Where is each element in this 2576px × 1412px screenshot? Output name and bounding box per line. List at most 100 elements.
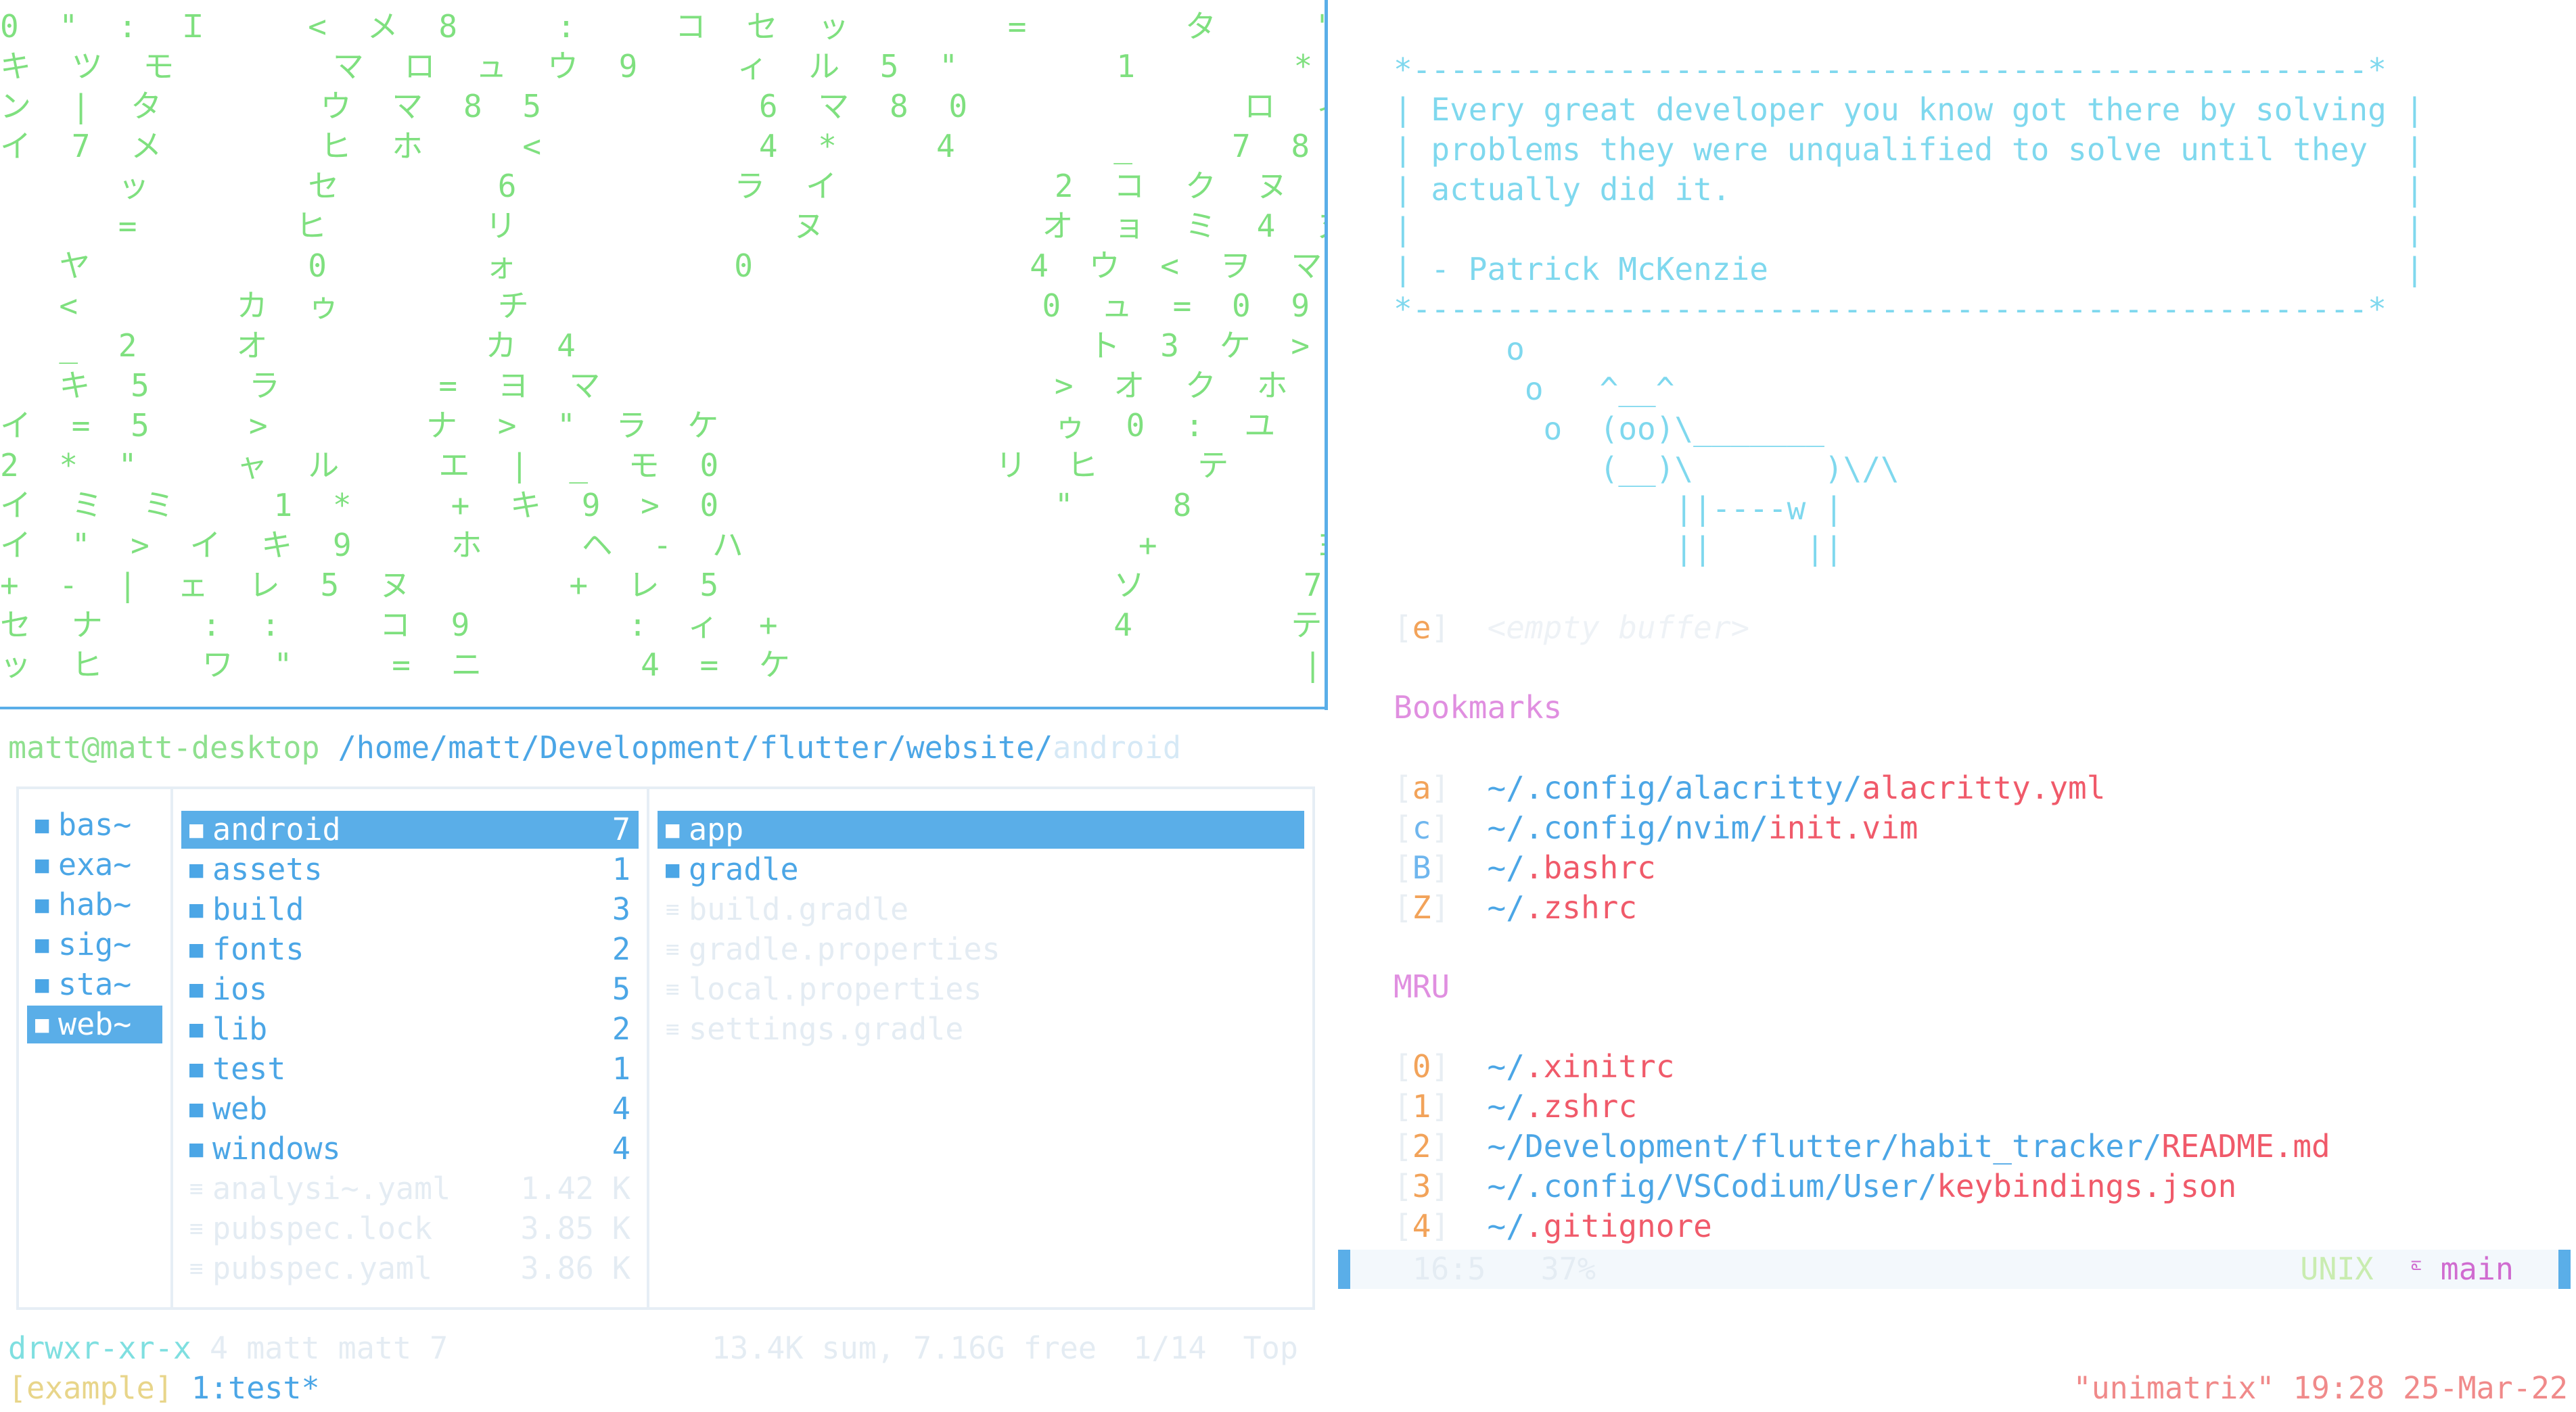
folder-icon: ■ [189, 1056, 204, 1083]
file-icon: ≡ [189, 1215, 204, 1242]
bookmark-entry[interactable]: [Z] ~/.zshrc [1394, 888, 1637, 928]
entry-name: bas~ [58, 807, 132, 843]
file-entry[interactable]: ≡ local.properties [658, 970, 1304, 1008]
file-entry[interactable]: ≡ gradle.properties [658, 931, 1304, 968]
entry-name: fonts [212, 931, 304, 967]
entry-file: .zshrc [1524, 889, 1638, 926]
entry-file: .xinitrc [1524, 1048, 1675, 1085]
scroll-percent: 37% [1540, 1251, 1596, 1287]
ranger-statusbar: drwxr-xr-x 4 matt matt 7 [8, 1329, 448, 1367]
entry-file: alacritty.yml [1862, 770, 2106, 806]
file-entry[interactable]: ≡ settings.gradle [658, 1010, 1304, 1048]
mru-entry[interactable]: [1] ~/.zshrc [1394, 1087, 1637, 1127]
directory-entry[interactable]: ■ android 7 [181, 811, 639, 849]
entry-size: 7 [612, 811, 630, 847]
ranger-miller-columns: ■ bas~ ■ exa~ ■ hab~ ■ sig~ ■ sta~ ■ web~ ■ android 7… [16, 786, 1315, 1310]
entry-file: .bashrc [1524, 849, 1656, 886]
vertical-pane-divider[interactable] [1325, 0, 1328, 710]
folder-icon: ■ [35, 851, 49, 878]
entry-name: gradle [689, 851, 799, 887]
entry-dir: ~/ [1487, 1048, 1525, 1085]
entry-size: 5 [612, 971, 630, 1007]
folder-icon: ■ [35, 931, 49, 958]
entry-name: app [689, 811, 744, 847]
directory-entry[interactable]: ■ exa~ [27, 846, 162, 884]
mru-entry[interactable]: [0] ~/.xinitrc [1394, 1047, 1674, 1087]
horizontal-pane-divider[interactable] [0, 707, 1327, 709]
entry-key: a [1412, 770, 1431, 806]
matrix-rain-line: イ ミ ミ 1 * + キ 9 > 0 " 8 * マ | < 1 ク < : … [0, 487, 1203, 523]
mru-heading: MRU [1394, 968, 1450, 1005]
entry-name: sta~ [58, 966, 132, 1002]
directory-entry[interactable]: ■ bas~ [27, 806, 162, 844]
folder-icon: ■ [189, 1096, 204, 1123]
ranger-summary: 13.4K sum, 7.16G free 1/14 Top [712, 1330, 1298, 1366]
statusline-left-cap [1338, 1250, 1350, 1289]
directory-entry[interactable]: ■ gradle [658, 851, 1304, 889]
directory-entry[interactable]: ■ hab~ [27, 886, 162, 924]
entry-file: README.md [2161, 1128, 2330, 1164]
matrix-rain-line: イ " > イ キ 9 ホ ヘ - ハ + ヨ シ - : ヘ = > 8 ス [0, 527, 1325, 563]
cowsay-art: o o ^__^ o (oo)\_______ (__)\ )\/\ ||---… [1506, 331, 1900, 567]
user-host: matt@matt-desktop [8, 730, 320, 766]
file-entry[interactable]: ≡ pubspec.yaml 3.86 K [181, 1250, 639, 1288]
tmux-window-tab[interactable]: 1:test* [173, 1370, 320, 1406]
entry-key: Z [1412, 889, 1431, 926]
entry-key: c [1412, 809, 1431, 846]
file-icon: ≡ [189, 1255, 204, 1282]
folder-icon: ■ [35, 891, 49, 918]
directory-entry[interactable]: ■ ios 5 [181, 970, 639, 1008]
entry-name: ios [212, 971, 268, 1007]
matrix-rain-line: ン | タ ウ マ 8 5 6 マ 8 0 ロ ィ ィ * 9 ホ * 7 [0, 88, 1325, 124]
tmux-session[interactable]: [example] [8, 1370, 173, 1406]
git-branch: main [2440, 1251, 2514, 1287]
entry-name: local.properties [689, 971, 982, 1007]
parent-column: ■ bas~ ■ exa~ ■ hab~ ■ sig~ ■ sta~ ■ web~ [19, 789, 173, 1307]
directory-entry[interactable]: ■ sta~ [27, 966, 162, 1004]
tmux-statusbar-left: [example] 1:test* [8, 1369, 320, 1407]
entry-name: test [212, 1051, 286, 1087]
file-entry[interactable]: ≡ pubspec.lock 3.85 K [181, 1210, 639, 1248]
directory-entry[interactable]: ■ windows 4 [181, 1130, 639, 1168]
entry-key: 1 [1412, 1088, 1431, 1125]
entry-dir: ~/ [1487, 889, 1525, 926]
directory-entry[interactable]: ■ test 1 [181, 1050, 639, 1088]
entry-file: .gitignore [1524, 1208, 1712, 1244]
file-entry[interactable]: ≡ build.gradle [658, 891, 1304, 928]
folder-icon: ■ [189, 1016, 204, 1043]
directory-entry[interactable]: ■ app [658, 811, 1304, 849]
bookmark-entry[interactable]: [B] ~/.bashrc [1394, 848, 1656, 888]
entry-key: e [1412, 609, 1431, 646]
mru-entry[interactable]: [4] ~/.gitignore [1394, 1206, 1712, 1246]
entry-dir: ~/ [1487, 1088, 1525, 1125]
entry-size: 3.85 K [520, 1210, 630, 1246]
file-entry[interactable]: ≡ analysi~.yaml 1.42 K [181, 1170, 639, 1208]
directory-entry[interactable]: ■ fonts 2 [181, 931, 639, 968]
file-icon: ≡ [666, 976, 680, 1003]
mru-entry[interactable]: [2] ~/Development/flutter/habit_tracker/… [1394, 1127, 2330, 1167]
entry-name: assets [212, 851, 323, 887]
entry-name: exa~ [58, 847, 132, 883]
entry-name: settings.gradle [689, 1011, 964, 1047]
entry-file: .zshrc [1524, 1088, 1638, 1125]
matrix-rain-line: キ 5 ラ = ヨ マ > オ ク ホ + > | ナ | ハ - ヲ 7 [59, 367, 1299, 404]
empty-buffer-entry[interactable]: [e] <empty buffer> [1394, 608, 1749, 648]
directory-entry[interactable]: ■ web~ [27, 1006, 162, 1043]
matrix-rain-line: ヤ 0 ォ 0 4 ウ < ヲ マ ラ * 3 エ フ ニ ヲ 8 ッ ン ヤ [59, 248, 1325, 284]
bookmark-entry[interactable]: [c] ~/.config/nvim/init.vim [1394, 808, 1918, 848]
statusline-right-cap [2558, 1250, 2571, 1289]
file-icon: ≡ [189, 1175, 204, 1202]
entry-name: web [212, 1091, 268, 1127]
folder-icon: ■ [35, 971, 49, 998]
directory-entry[interactable]: ■ lib 2 [181, 1010, 639, 1048]
matrix-rain-line: + - | ェ レ 5 ヌ + レ 5 ソ 7 マ 8 _ モ + : ト モ [0, 567, 1325, 603]
folder-icon: ■ [35, 811, 49, 839]
ranger-path-header: matt@matt-desktop /home/matt/Development… [8, 729, 1181, 767]
directory-entry[interactable]: ■ sig~ [27, 926, 162, 964]
directory-entry[interactable]: ■ assets 1 [181, 851, 639, 889]
mru-entry[interactable]: [3] ~/.config/VSCodium/User/keybindings.… [1394, 1167, 2236, 1206]
directory-entry[interactable]: ■ web 4 [181, 1090, 639, 1128]
bookmark-entry[interactable]: [a] ~/.config/alacritty/alacritty.yml [1394, 768, 2105, 808]
directory-entry[interactable]: ■ build 3 [181, 891, 639, 928]
entry-key: 0 [1412, 1048, 1431, 1085]
